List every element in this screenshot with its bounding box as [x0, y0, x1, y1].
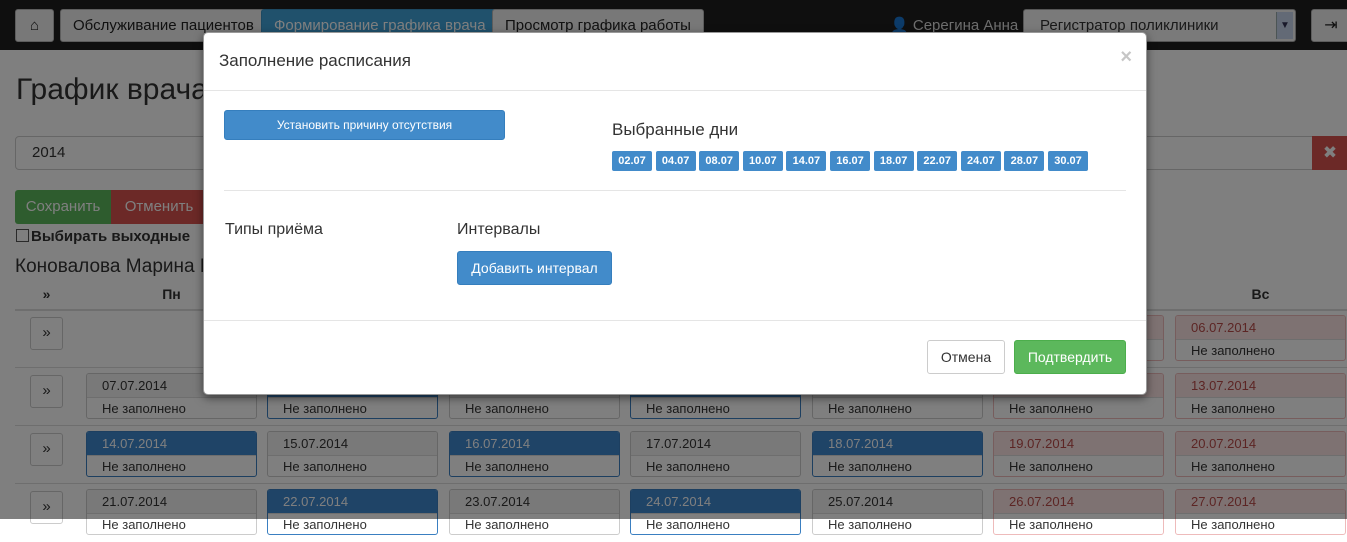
close-icon[interactable]: ×: [1120, 46, 1132, 69]
selected-day-badge: 16.07: [830, 151, 870, 171]
add-interval-button[interactable]: Добавить интервал: [457, 251, 612, 285]
selected-day-badge: 14.07: [786, 151, 827, 171]
selected-day-badge: 08.07: [699, 151, 740, 171]
divider: [204, 320, 1146, 321]
fill-schedule-dialog: Заполнение расписания × Установить причи…: [203, 32, 1147, 395]
appointment-types-title: Типы приёма: [225, 221, 323, 238]
divider: [224, 190, 1126, 191]
set-absence-reason-button[interactable]: Установить причину отсутствия: [224, 110, 505, 140]
selected-day-badge: 24.07: [960, 151, 1001, 171]
selected-day-badge: 04.07: [655, 151, 696, 171]
modal-cancel-button[interactable]: Отмена: [927, 340, 1005, 374]
confirm-button[interactable]: Подтвердить: [1014, 340, 1126, 374]
selected-day-badge: 02.07: [612, 151, 652, 171]
selected-day-badge: 22.07: [917, 151, 958, 171]
selected-days-title: Выбранные дни: [612, 120, 739, 139]
modal-header: Заполнение расписания ×: [204, 33, 1146, 91]
selected-day-badge: 10.07: [742, 151, 783, 171]
selected-day-badge: 30.07: [1048, 151, 1088, 171]
modal-title: Заполнение расписания: [219, 51, 411, 70]
selected-day-badge: 18.07: [873, 151, 914, 171]
intervals-title: Интервалы: [457, 221, 541, 238]
selected-day-badge: 28.07: [1004, 151, 1045, 171]
